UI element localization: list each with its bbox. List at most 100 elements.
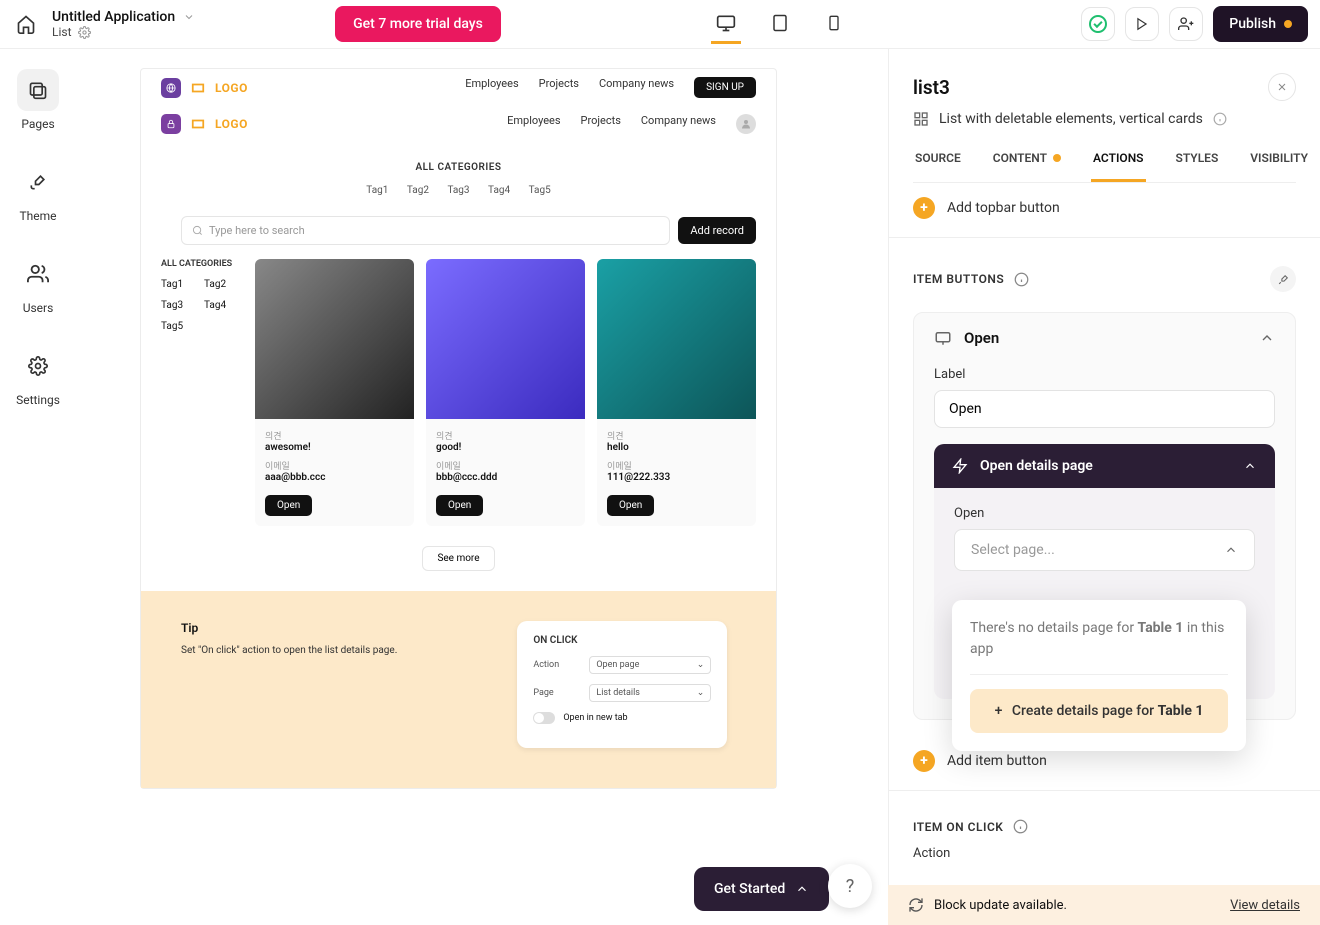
tag-4[interactable]: Tag4 [488, 185, 510, 196]
card-open-button[interactable]: Open [436, 495, 483, 516]
side-tag-4[interactable]: Tag4 [204, 300, 239, 311]
nav-projects-2[interactable]: Projects [581, 114, 621, 134]
search-row: Type here to search Add record [181, 216, 756, 245]
add-topbar-row[interactable]: + Add topbar button [889, 183, 1320, 233]
tag-1[interactable]: Tag1 [366, 185, 388, 196]
device-tablet[interactable] [765, 4, 795, 44]
tag-5[interactable]: Tag5 [529, 185, 551, 196]
invite-button[interactable] [1169, 7, 1203, 41]
tab-styles[interactable]: STYLES [1174, 151, 1221, 182]
preview-button[interactable] [1125, 7, 1159, 41]
content-dot-icon [1053, 154, 1061, 162]
nav-news-2[interactable]: Company news [641, 114, 716, 134]
trial-button[interactable]: Get 7 more trial days [335, 6, 501, 42]
notice-link[interactable]: View details [1230, 898, 1300, 913]
canvas[interactable]: LOGO Employees Projects Company news SIG… [140, 68, 777, 789]
see-more-button[interactable]: See more [422, 546, 494, 571]
label-field-label: Label [934, 367, 1275, 382]
user-plus-icon [1178, 16, 1194, 32]
users-icon [27, 263, 49, 285]
select-page-popover: There's no details page for Table 1 in t… [952, 600, 1246, 751]
nav-projects[interactable]: Projects [539, 77, 579, 98]
card-open-button[interactable]: Open [607, 495, 654, 516]
device-desktop[interactable] [711, 4, 741, 44]
card-email-label: 이메일 [265, 459, 404, 472]
tag-3[interactable]: Tag3 [447, 185, 469, 196]
search-input[interactable]: Type here to search [181, 216, 670, 245]
page-badge-locked[interactable] [161, 114, 181, 134]
chevron-up-icon [1243, 459, 1257, 473]
plus-icon: + [913, 197, 935, 219]
create-details-page-button[interactable]: + Create details page for Table 1 [970, 689, 1228, 733]
brush-icon [1277, 273, 1290, 286]
nav-news[interactable]: Company news [599, 77, 674, 98]
open-details-header[interactable]: Open details page [934, 444, 1275, 488]
open-details-title: Open details page [980, 458, 1093, 474]
status-ok[interactable] [1081, 7, 1115, 41]
tip-page-label: Page [533, 688, 589, 698]
side-tag-5[interactable]: Tag5 [161, 321, 196, 332]
rail-settings[interactable]: Settings [16, 345, 60, 407]
plus-icon: + [995, 703, 1003, 719]
tab-visibility[interactable]: VISIBILITY [1248, 151, 1310, 182]
tip-band: Tip Set "On click" action to open the li… [141, 591, 776, 788]
tag-2[interactable]: Tag2 [407, 185, 429, 196]
style-tool[interactable] [1270, 266, 1296, 292]
open-card-header[interactable]: Open [914, 313, 1295, 363]
page-label[interactable]: List [52, 25, 72, 39]
rail-pages[interactable]: Pages [17, 69, 59, 131]
side-tag-2[interactable]: Tag2 [204, 279, 239, 290]
tab-actions[interactable]: ACTIONS [1091, 151, 1146, 182]
card-opinion-value: hello [607, 442, 746, 453]
signup-button[interactable]: SIGN UP [694, 77, 756, 98]
page-badge-public[interactable] [161, 78, 181, 98]
side-tag-1[interactable]: Tag1 [161, 279, 196, 290]
close-button[interactable] [1268, 73, 1296, 101]
get-started-button[interactable]: Get Started [694, 867, 829, 911]
avatar[interactable] [736, 114, 756, 134]
card-opinion-label: 의견 [436, 429, 575, 442]
info-icon[interactable] [1013, 819, 1028, 834]
divider [970, 674, 1228, 675]
tag-tabs: Tag1 Tag2 Tag3 Tag4 Tag5 [141, 185, 776, 196]
chevron-down-icon[interactable] [183, 11, 195, 23]
card-image [597, 259, 756, 419]
brush-icon [28, 172, 48, 192]
nav-employees[interactable]: Employees [465, 77, 518, 98]
list-item[interactable]: 의견 hello 이메일 111@222.333 Open [597, 259, 756, 526]
card-email-value: aaa@bbb.ccc [265, 472, 404, 483]
preview-header-1: LOGO Employees Projects Company news SIG… [141, 69, 776, 106]
device-mobile[interactable] [819, 4, 849, 44]
card-opinion-value: awesome! [265, 442, 404, 453]
chevron-up-icon [795, 882, 809, 896]
open-sub-label: Open [954, 506, 1255, 521]
user-icon [740, 118, 752, 130]
info-icon[interactable] [1014, 272, 1029, 287]
card-email-label: 이메일 [607, 459, 746, 472]
label-input[interactable] [934, 390, 1275, 428]
publish-button[interactable]: Publish [1213, 6, 1308, 42]
notice-text: Block update available. [934, 898, 1067, 913]
info-icon[interactable] [1213, 112, 1227, 126]
tab-source[interactable]: SOURCE [913, 151, 963, 182]
tip-newtab-toggle[interactable] [533, 712, 555, 724]
tip-page-select[interactable]: List details⌄ [589, 684, 711, 702]
help-button[interactable]: ? [828, 864, 872, 908]
card-email-label: 이메일 [436, 459, 575, 472]
side-tag-3[interactable]: Tag3 [161, 300, 196, 311]
tip-panel: ON CLICK Action Open page⌄ Page List det… [517, 621, 727, 748]
nav-employees-2[interactable]: Employees [507, 114, 560, 134]
home-button[interactable] [12, 10, 40, 38]
tab-content[interactable]: CONTENT [991, 151, 1063, 182]
rail-users[interactable]: Users [17, 253, 59, 315]
gear-icon[interactable] [78, 26, 91, 39]
add-record-button[interactable]: Add record [678, 217, 756, 244]
list-item[interactable]: 의견 good! 이메일 bbb@ccc.ddd Open [426, 259, 585, 526]
divider [889, 237, 1320, 238]
content-row: ALL CATEGORIES Tag1 Tag2 Tag3 Tag4 Tag5 … [161, 259, 756, 526]
list-item[interactable]: 의견 awesome! 이메일 aaa@bbb.ccc Open [255, 259, 414, 526]
rail-theme[interactable]: Theme [17, 161, 59, 223]
card-open-button[interactable]: Open [265, 495, 312, 516]
tip-action-select[interactable]: Open page⌄ [589, 656, 711, 674]
select-page-dropdown[interactable]: Select page... [954, 529, 1255, 571]
